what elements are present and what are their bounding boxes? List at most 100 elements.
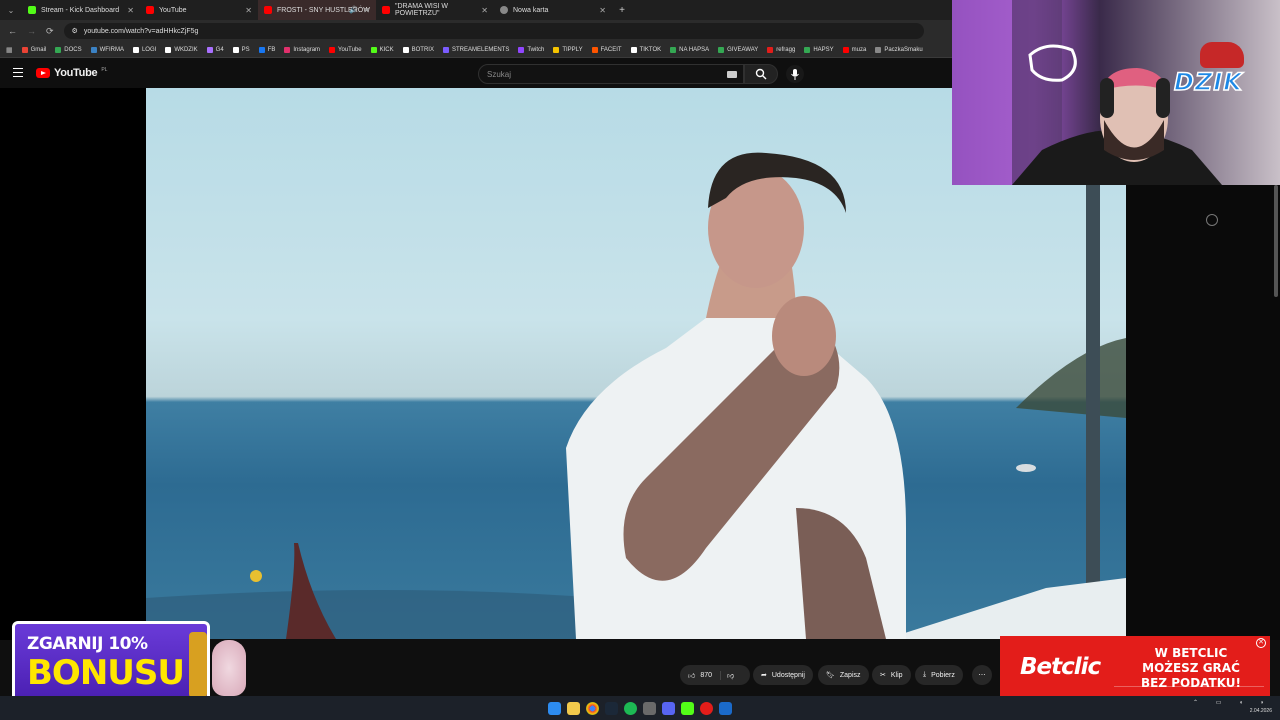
close-tab-icon[interactable]: ✕ — [245, 6, 252, 15]
bookmark-logi[interactable]: LOGI — [132, 46, 157, 53]
bonus-promo-banner: ZGARNIJ 10% BONUSU — [12, 621, 210, 703]
bookmark-tipply[interactable]: TIPPLY — [553, 46, 583, 53]
tab-youtube[interactable]: YouTube ✕ — [140, 0, 258, 20]
bookmark-wkdzik[interactable]: WKDZIK — [165, 46, 198, 53]
youtube-logo-text: YouTube — [54, 67, 98, 79]
bookmark-favicon-icon — [718, 46, 725, 53]
bookmark-fb[interactable]: FB — [258, 46, 275, 53]
bookmark-label: Twitch — [527, 46, 545, 53]
steam-icon[interactable] — [605, 701, 618, 715]
bookmark-hapsy[interactable]: HAPSY — [804, 46, 834, 53]
bookmark-wfirma[interactable]: WFIRMA — [90, 46, 124, 53]
dislike-button[interactable]: 👎︎ — [721, 671, 734, 680]
share-button[interactable]: ➦ Udostępnij — [753, 665, 813, 685]
bookmark-favicon-icon — [402, 46, 409, 53]
tab-search-icon[interactable]: ⌄ — [0, 6, 22, 15]
betclic-slogan-line1: W BETCLIC MOŻESZ GRAĆ — [1142, 646, 1240, 675]
betclic-ad-banner: Betclic W BETCLIC MOŻESZ GRAĆ BEZ PODATK… — [1000, 636, 1270, 704]
share-icon: ➦ — [761, 672, 767, 679]
spotify-icon[interactable] — [624, 701, 637, 715]
bookmark-favicon-icon — [591, 46, 598, 53]
bookmark-label: LOGI — [141, 46, 157, 53]
bookmark-muza[interactable]: muza — [842, 46, 866, 53]
speaker-icon[interactable]: 🔊 — [349, 6, 358, 14]
keyboard-icon[interactable] — [727, 71, 737, 78]
bookmark-label: G4 — [215, 46, 224, 53]
voice-search-button[interactable] — [786, 65, 804, 83]
new-tab-button[interactable]: + — [612, 5, 632, 16]
search-icon — [755, 68, 767, 80]
bookmark-botrix[interactable]: BOTRIX — [402, 46, 434, 53]
youtube-icon — [146, 6, 154, 14]
bookmark-ps[interactable]: PS — [232, 46, 250, 53]
bookmark-favicon-icon — [518, 46, 525, 53]
clip-button[interactable]: ✂ Klip — [872, 665, 911, 685]
bookmark-label: HAPSY — [813, 46, 834, 53]
bookmark-refragg[interactable]: refragg — [767, 46, 795, 53]
kick-app-icon[interactable] — [681, 701, 694, 715]
bookmark-kick[interactable]: KICK — [370, 46, 394, 53]
bookmark-faceit[interactable]: FACEIT — [591, 46, 622, 53]
forward-icon[interactable]: → — [27, 26, 36, 36]
apps-grid-icon[interactable]: ▦ — [6, 46, 13, 54]
bookmark-favicon-icon — [875, 46, 882, 53]
tray-icons[interactable]: ⌃ ▭ ◖ ◗ — [1193, 699, 1272, 707]
save-button[interactable]: 🔖︎ Zapisz — [818, 665, 869, 685]
search-input[interactable]: Szukaj — [478, 64, 744, 84]
hamburger-menu-icon[interactable] — [13, 68, 23, 77]
bookmark-g4[interactable]: G4 — [206, 46, 224, 53]
close-tab-icon[interactable]: ✕ — [481, 6, 488, 15]
like-button[interactable]: 👍︎ 870 — [688, 670, 722, 680]
download-button[interactable]: ⤓ Pobierz — [915, 665, 963, 685]
close-tab-icon[interactable]: ✕ — [363, 6, 370, 15]
thumbs-up-icon: 👍︎ — [688, 672, 696, 680]
browser-tab-strip: ⌄ Stream - Kick Dashboard ✕ YouTube ✕ FR… — [0, 0, 952, 20]
tab-frosti-video[interactable]: FROSTI - SNY HUSTLERÓW 🔊 ✕ — [258, 0, 376, 20]
bookmark-label: TIPPLY — [562, 46, 583, 53]
bookmark-twitch[interactable]: Twitch — [518, 46, 545, 53]
tab-title: Nowa karta — [513, 6, 549, 14]
more-actions-button[interactable]: ⋯ — [972, 665, 992, 685]
bookmark-favicon-icon — [90, 46, 97, 53]
bookmark-tiktok[interactable]: TIKTOK — [630, 46, 662, 53]
close-tab-icon[interactable]: ✕ — [599, 6, 606, 15]
close-ad-icon[interactable]: ✕ — [1256, 638, 1266, 648]
page-scrollbar[interactable] — [1274, 185, 1278, 297]
tab-new-tab[interactable]: Nowa karta ✕ — [494, 0, 612, 20]
bookmark-gmail[interactable]: Gmail — [21, 46, 47, 53]
bookmark-favicon-icon — [284, 46, 291, 53]
youtube-logo[interactable]: YouTube PL — [36, 67, 107, 79]
bookmark-instagram[interactable]: Instagram — [284, 46, 320, 53]
obs-icon[interactable] — [700, 701, 713, 715]
bookmark-na-hapsa[interactable]: NA HAPSA — [670, 46, 709, 53]
bookmark-favicon-icon — [804, 46, 811, 53]
search-button[interactable] — [744, 64, 778, 84]
tab-kick-dashboard[interactable]: Stream - Kick Dashboard ✕ — [22, 0, 140, 20]
tab-drama-video[interactable]: "DRAMA WISI W POWIETRZU" ✕ — [376, 0, 494, 20]
bookmark-label: TIKTOK — [639, 46, 662, 53]
reload-icon[interactable]: ⟳ — [46, 26, 54, 37]
bookmark-paczkasmaku[interactable]: PaczkaSmaku — [875, 46, 923, 53]
bookmark-favicon-icon — [670, 46, 677, 53]
bookmark-label: Gmail — [30, 46, 47, 53]
bookmark-youtube[interactable]: YouTube — [329, 46, 362, 53]
start-menu-icon[interactable] — [548, 701, 561, 715]
url-text: youtube.com/watch?v=adHHkcZjF5g — [83, 27, 199, 35]
close-tab-icon[interactable]: ✕ — [127, 6, 134, 15]
bookmark-giveaway[interactable]: GIVEAWAY — [718, 46, 758, 53]
microphone-icon — [791, 68, 799, 80]
discord-icon[interactable] — [662, 701, 675, 715]
chrome-icon[interactable] — [586, 701, 599, 715]
bookmark-docs[interactable]: DOCS — [55, 46, 82, 53]
tab-title: Stream - Kick Dashboard — [41, 6, 120, 14]
steam-client-icon[interactable] — [719, 701, 732, 715]
bookmark-favicon-icon — [21, 46, 28, 53]
bookmark-favicon-icon — [206, 46, 213, 53]
site-info-icon[interactable]: ⚙ — [72, 27, 78, 35]
player-letterbox — [0, 88, 146, 640]
back-icon[interactable]: ← — [8, 26, 17, 36]
file-explorer-icon[interactable] — [567, 701, 580, 715]
bookmark-streamelements[interactable]: STREAMELEMENTS — [442, 46, 509, 53]
address-bar[interactable]: ⚙ youtube.com/watch?v=adHHkcZjF5g — [63, 23, 924, 39]
app-icon[interactable] — [643, 701, 656, 715]
